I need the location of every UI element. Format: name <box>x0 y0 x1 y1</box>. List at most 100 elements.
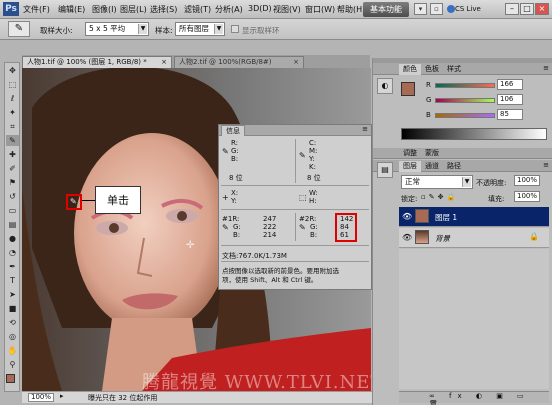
menu-help[interactable]: 帮助(H) <box>337 4 365 15</box>
tab-paths[interactable]: 路径 <box>443 161 465 172</box>
menu-window[interactable]: 窗口(W) <box>305 4 335 15</box>
close-icon[interactable]: × <box>161 57 167 68</box>
tab-styles[interactable]: 样式 <box>443 64 465 75</box>
layers-footer-icons[interactable]: ∞ fx ◐ ▣ ▭ 🗑 <box>399 391 549 405</box>
eye-icon[interactable]: 👁 <box>402 233 412 242</box>
menu-layer[interactable]: 图层(L) <box>120 4 147 15</box>
layer-name[interactable]: 背景 <box>435 233 450 244</box>
blur-tool-icon[interactable]: ● <box>6 233 19 244</box>
tab-channels[interactable]: 通道 <box>421 161 443 172</box>
layer-name[interactable]: 图层 1 <box>435 212 457 223</box>
menu-file[interactable]: 文件(F) <box>23 4 50 15</box>
arrange-docs-icon[interactable]: ▾ <box>414 3 427 15</box>
tab-color[interactable]: 颜色 <box>399 64 421 75</box>
info-panel-header: 信息 ≡ <box>219 125 371 136</box>
cslive-label[interactable]: CS Live <box>455 5 481 13</box>
tab-adjustments[interactable]: 调整 <box>399 148 421 159</box>
healing-brush-tool-icon[interactable]: ✚ <box>6 149 19 160</box>
foreground-color-chip[interactable] <box>401 82 415 96</box>
sample-value: 所有图层 <box>179 24 209 33</box>
sample-size-select[interactable]: 5 x 5 平均 ▼ <box>85 22 149 36</box>
type-tool-icon[interactable]: T <box>6 275 19 286</box>
tab-layers[interactable]: 图层 <box>399 161 421 172</box>
menu-3d[interactable]: 3D(D) <box>248 4 272 13</box>
brush-tool-icon[interactable]: ✐ <box>6 163 19 174</box>
crop-tool-icon[interactable]: ⌗ <box>6 121 19 132</box>
color-panel-icon[interactable]: ◐ <box>377 78 393 94</box>
chevron-down-icon: ▼ <box>462 177 471 187</box>
tab-swatches[interactable]: 色板 <box>421 64 443 75</box>
eyedropper-tool-preset-icon[interactable]: ✎ <box>8 21 30 37</box>
zoom-field[interactable]: 100% <box>28 393 54 402</box>
blend-mode-select[interactable]: 正常 ▼ <box>401 175 473 189</box>
color-g-slider[interactable] <box>435 98 495 103</box>
layer-row-2[interactable]: 👁 背景 🔒 <box>399 228 549 248</box>
color-r-field[interactable]: 166 <box>497 79 523 90</box>
panel-menu-icon[interactable]: ≡ <box>543 64 549 72</box>
layer-row-1[interactable]: 👁 图层 1 <box>399 207 549 227</box>
layers-panel-icon[interactable]: ▤ <box>377 162 393 178</box>
stamp-tool-icon[interactable]: ⚑ <box>6 177 19 188</box>
panel-menu-icon[interactable]: ≡ <box>362 125 368 133</box>
panel-menu-icon[interactable]: ≡ <box>543 161 549 169</box>
info-y-label: Y: <box>309 155 315 163</box>
close-icon[interactable]: × <box>293 57 299 68</box>
pen-tool-icon[interactable]: ✒ <box>6 261 19 272</box>
color-b-slider[interactable] <box>435 113 495 118</box>
menu-select[interactable]: 选择(S) <box>150 4 177 15</box>
show-ring-checkbox[interactable] <box>231 25 239 33</box>
maximize-button[interactable]: □ <box>520 3 534 15</box>
fill-field[interactable]: 100% <box>514 191 540 202</box>
app-logo: Ps <box>3 2 19 16</box>
tab-label: 人物1.tif @ 100% (图层 1, RGB/8) * <box>27 58 147 66</box>
info-y-coord-label: Y: <box>231 197 237 205</box>
chevron-down-icon: ▼ <box>138 24 147 34</box>
color-b-field[interactable]: 85 <box>497 109 523 120</box>
lasso-tool-icon[interactable]: ℓ <box>6 93 19 104</box>
callout-line <box>82 200 95 201</box>
minimize-button[interactable]: – <box>505 3 519 15</box>
eraser-tool-icon[interactable]: ▭ <box>6 205 19 216</box>
sampler-1-icon: ✎ <box>222 223 229 232</box>
gradient-tool-icon[interactable]: ▤ <box>6 219 19 230</box>
sample-size-label: 取样大小: <box>40 26 73 35</box>
foreground-color-swatch[interactable] <box>6 374 15 383</box>
zoom-tool-icon[interactable]: ⚲ <box>6 359 19 370</box>
color-g-field[interactable]: 106 <box>497 94 523 105</box>
close-button[interactable]: × <box>535 3 549 15</box>
eyedropper-tool-icon[interactable]: ✎ <box>6 135 19 146</box>
tab-document-2[interactable]: 人物2.tif @ 100%(RGB/8#) × <box>174 56 304 68</box>
lock-options-icon[interactable]: ▫✎✥🔒 <box>421 193 458 201</box>
tab-document-1[interactable]: 人物1.tif @ 100% (图层 1, RGB/8) * × <box>22 56 172 68</box>
sample-label: 样本: <box>155 26 173 35</box>
divider <box>295 139 296 183</box>
layers-list-empty-area <box>399 249 549 389</box>
marquee-tool-icon[interactable]: ⬚ <box>6 79 19 90</box>
3d-orbit-tool-icon[interactable]: ◎ <box>6 331 19 342</box>
menu-edit[interactable]: 编辑(E) <box>58 4 85 15</box>
tab-masks[interactable]: 蒙版 <box>421 148 443 159</box>
menu-analysis[interactable]: 分析(A) <box>215 4 243 15</box>
color-ramp[interactable] <box>401 128 547 140</box>
menu-filter[interactable]: 滤镜(T) <box>184 4 211 15</box>
hand-tool-icon[interactable]: ✋ <box>6 345 19 356</box>
move-tool-icon[interactable]: ✥ <box>6 65 19 76</box>
3d-rotate-tool-icon[interactable]: ⟲ <box>6 317 19 328</box>
opacity-field[interactable]: 100% <box>514 175 540 186</box>
play-icon[interactable]: ▸ <box>60 392 64 400</box>
eye-icon[interactable]: 👁 <box>402 212 412 221</box>
quick-select-tool-icon[interactable]: ✦ <box>6 107 19 118</box>
sample1-g-value: 222 <box>263 223 277 231</box>
screen-mode-icon[interactable]: ▫ <box>430 3 443 15</box>
history-brush-tool-icon[interactable]: ↺ <box>6 191 19 202</box>
menu-view[interactable]: 视图(V) <box>273 4 301 15</box>
menu-image[interactable]: 图像(I) <box>92 4 117 15</box>
sample2-b-label: B: <box>310 231 318 239</box>
dodge-tool-icon[interactable]: ◔ <box>6 247 19 258</box>
path-select-tool-icon[interactable]: ➤ <box>6 289 19 300</box>
workspace-button[interactable]: 基本功能 <box>363 2 409 17</box>
sample-select[interactable]: 所有图层 ▼ <box>175 22 225 36</box>
tab-info[interactable]: 信息 <box>221 125 245 136</box>
color-r-slider[interactable] <box>435 83 495 88</box>
shape-tool-icon[interactable]: ■ <box>6 303 19 314</box>
